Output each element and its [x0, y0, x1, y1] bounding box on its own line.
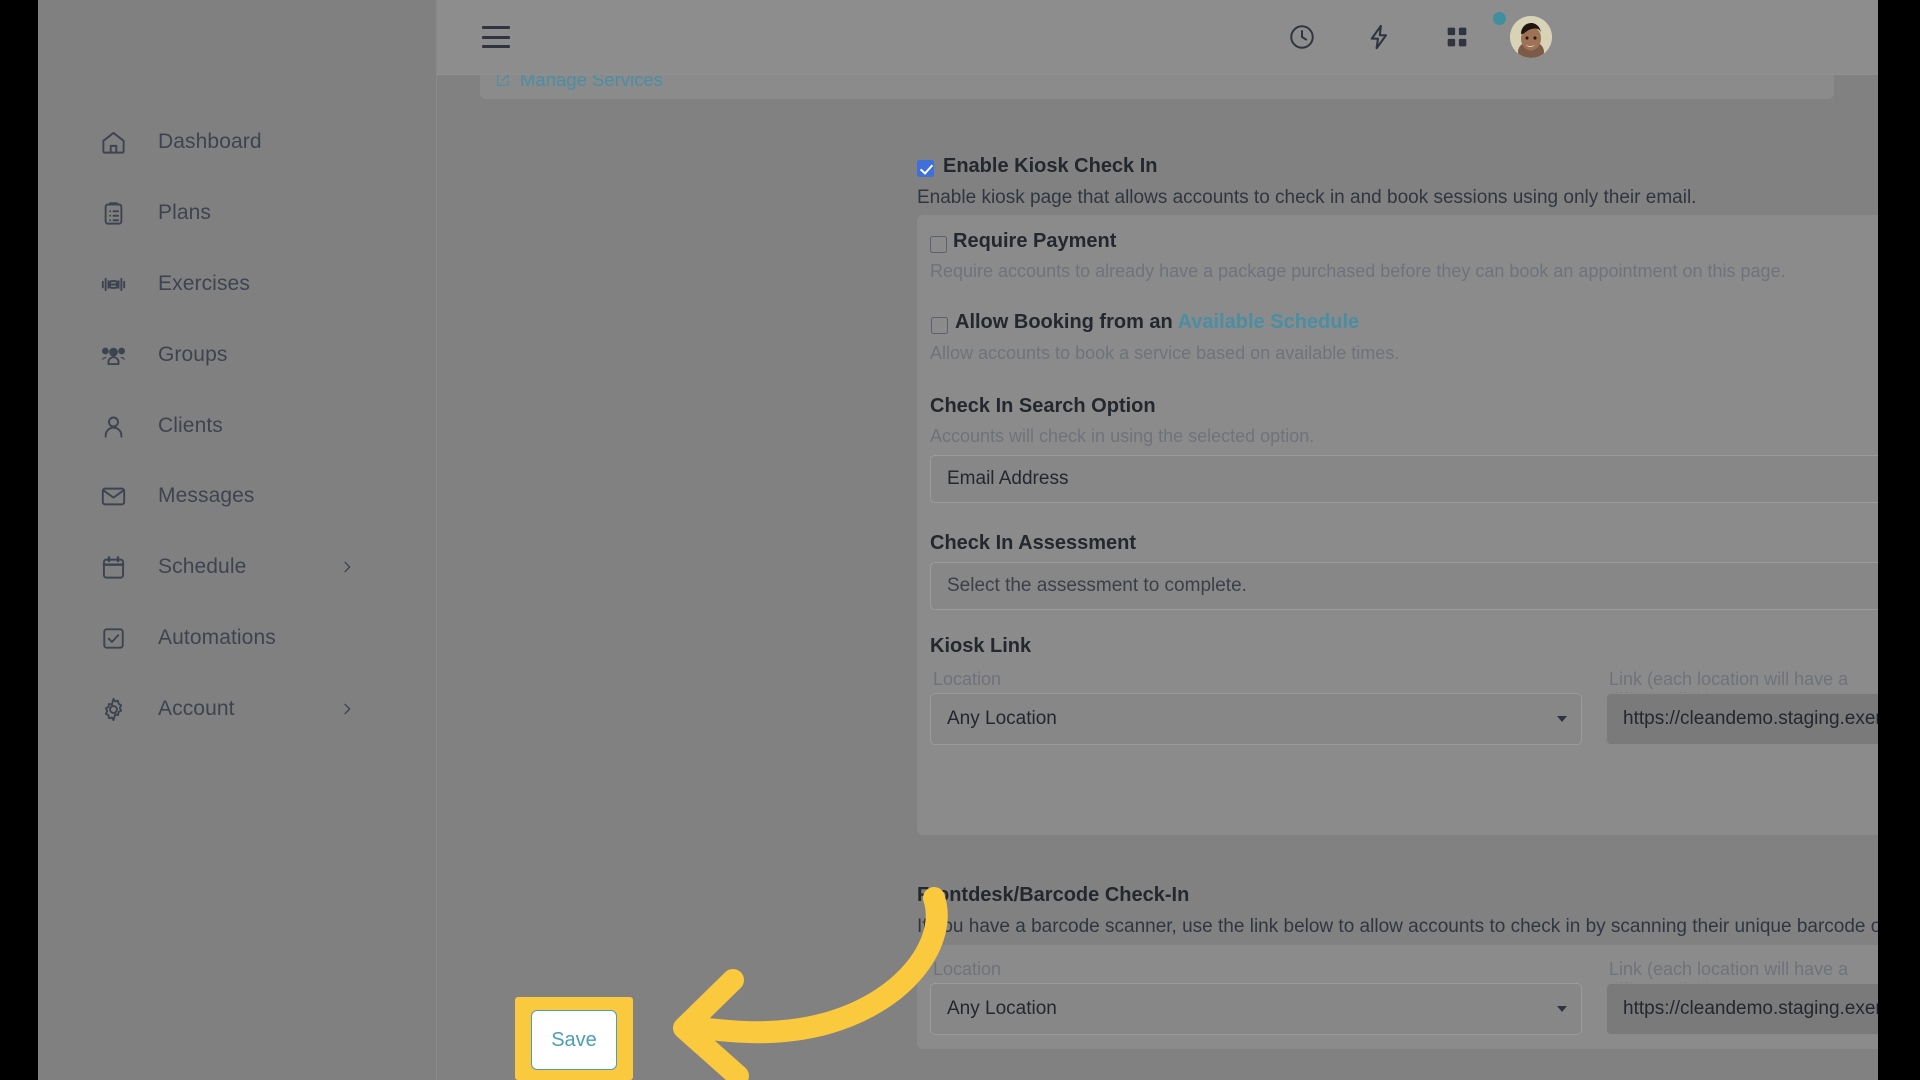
chevron-right-icon [339, 559, 355, 575]
kiosk-link-value: https://cleandemo.staging.exercise.com/c… [1623, 708, 1878, 729]
chevron-right-icon [339, 701, 355, 717]
frontdesk-description: If you have a barcode scanner, use the l… [917, 916, 1878, 937]
enable-kiosk-description: Enable kiosk page that allows accounts t… [917, 187, 1697, 208]
chevron-down-icon [1557, 716, 1567, 722]
envelope-icon [96, 479, 130, 513]
check-in-assessment-heading: Check In Assessment [930, 532, 1137, 554]
manage-services-link[interactable]: Manage Services [495, 75, 663, 91]
allow-booking-label-prefix: Allow Booking from an [955, 311, 1178, 333]
frontdesk-link-input[interactable]: https://cleandemo.staging.exercise.com/e… [1606, 983, 1878, 1035]
dumbbell-icon [96, 267, 130, 301]
kiosk-location-value: Any Location [947, 708, 1057, 729]
sidebar-item-clients[interactable]: Clients [38, 396, 437, 456]
hamburger-bar [482, 26, 510, 29]
check-in-search-heading: Check In Search Option [930, 395, 1156, 417]
clipboard-icon [96, 196, 130, 230]
gear-icon [96, 692, 130, 726]
check-in-assessment-select[interactable]: Select the assessment to complete. × [930, 562, 1878, 610]
hamburger-bar [482, 45, 510, 48]
sidebar-item-label: Messages [158, 484, 255, 507]
check-in-search-select[interactable]: Email Address [930, 455, 1878, 503]
app-window: Dashboard Plans Exercises Groups Clients… [38, 0, 1878, 1080]
calendar-icon [96, 550, 130, 584]
sidebar-item-label: Account [158, 697, 235, 720]
allow-booking-description: Allow accounts to book a service based o… [930, 343, 1400, 363]
notification-dot [1493, 12, 1506, 25]
chevron-down-icon [1557, 1006, 1567, 1012]
apps-grid-icon[interactable] [1440, 20, 1474, 54]
hamburger-icon[interactable] [482, 26, 512, 48]
available-schedule-link[interactable]: Available Schedule [1178, 311, 1360, 333]
sidebar-item-account[interactable]: Account [38, 679, 437, 739]
home-icon [96, 125, 130, 159]
kiosk-location-label: Location [933, 669, 1002, 689]
sidebar-item-messages[interactable]: Messages [38, 466, 437, 526]
sidebar-item-label: Schedule [158, 555, 247, 578]
kiosk-link-heading: Kiosk Link [930, 635, 1032, 657]
sidebar-item-exercises[interactable]: Exercises [38, 254, 437, 314]
person-icon [96, 409, 130, 443]
save-button[interactable]: Save [531, 1010, 617, 1070]
sidebar-item-groups[interactable]: Groups [38, 325, 437, 385]
kiosk-link-input[interactable]: https://cleandemo.staging.exercise.com/c… [1606, 693, 1878, 745]
frontdesk-location-value: Any Location [947, 998, 1057, 1019]
sidebar-item-dashboard[interactable]: Dashboard [38, 112, 437, 172]
allow-booking-checkbox[interactable] [931, 317, 948, 334]
kiosk-location-select[interactable]: Any Location [930, 693, 1582, 745]
hamburger-bar [482, 35, 510, 39]
sidebar-item-label: Dashboard [158, 130, 262, 153]
services-card: Manage Services [480, 75, 1834, 99]
require-payment-checkbox[interactable] [930, 236, 947, 253]
avatar-photo [1510, 16, 1552, 58]
require-payment-label: Require Payment [953, 230, 1117, 252]
require-payment-description: Require accounts to already have a packa… [930, 261, 1786, 281]
main-content: Manage Services Enable Kiosk Check In En… [437, 75, 1878, 1080]
sidebar-item-label: Groups [158, 343, 228, 366]
allow-booking-label: Allow Booking from an Available Schedule [955, 311, 1359, 334]
external-link-icon [497, 75, 509, 86]
sidebar: Dashboard Plans Exercises Groups Clients… [38, 0, 437, 1080]
screenshot-root: Dashboard Plans Exercises Groups Clients… [0, 0, 1920, 1080]
sidebar-item-label: Automations [158, 626, 276, 649]
frontdesk-link-value: https://cleandemo.staging.exercise.com/e… [1623, 998, 1878, 1019]
sidebar-item-label: Clients [158, 414, 223, 437]
checkbox-icon [96, 621, 130, 655]
top-header [437, 0, 1878, 75]
enable-kiosk-checkbox[interactable] [917, 160, 934, 177]
avatar[interactable] [1510, 16, 1552, 58]
sidebar-item-schedule[interactable]: Schedule [38, 537, 437, 597]
lightning-bolt-icon[interactable] [1362, 20, 1396, 54]
manage-services-label: Manage Services [520, 75, 663, 90]
check-in-search-description: Accounts will check in using the selecte… [930, 426, 1315, 446]
sidebar-item-automations[interactable]: Automations [38, 608, 437, 668]
clock-icon[interactable] [1285, 20, 1319, 54]
frontdesk-location-select[interactable]: Any Location [930, 983, 1582, 1035]
sidebar-item-label: Exercises [158, 272, 250, 295]
people-icon [96, 338, 130, 372]
enable-kiosk-label: Enable Kiosk Check In [943, 155, 1158, 177]
check-in-assessment-placeholder: Select the assessment to complete. [947, 575, 1247, 596]
sidebar-item-label: Plans [158, 201, 212, 224]
sidebar-item-plans[interactable]: Plans [38, 183, 437, 243]
frontdesk-heading: Frontdesk/Barcode Check-In [917, 884, 1190, 906]
check-in-search-value: Email Address [947, 468, 1069, 489]
frontdesk-location-label: Location [933, 959, 1002, 979]
